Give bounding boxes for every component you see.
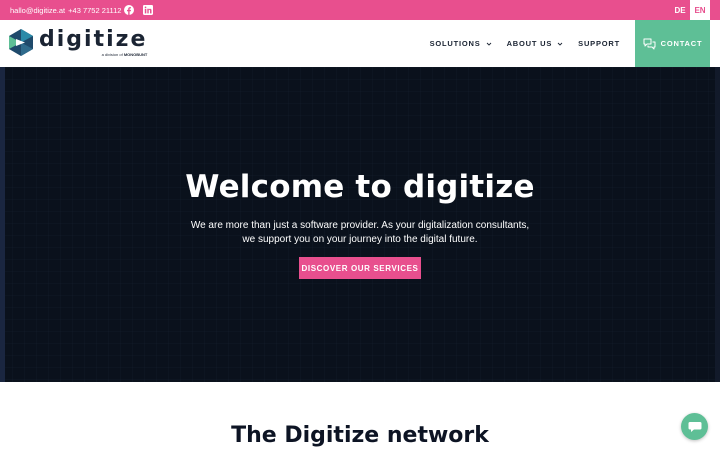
chat-widget-button[interactable]	[681, 413, 708, 440]
nav-about-us-label: ABOUT US	[506, 39, 553, 48]
network-section-title: The Digitize network	[231, 423, 489, 448]
top-bar: hallo@digitize.at +43 7752 21112 DE EN	[0, 0, 720, 20]
nav-support[interactable]: SUPPORT	[578, 39, 620, 48]
phone-link[interactable]: +43 7752 21112	[68, 6, 121, 15]
logo-wordmark: digitize	[39, 27, 148, 52]
nav-solutions-label: SOLUTIONS	[429, 39, 481, 48]
chat-icon	[688, 421, 701, 432]
nav-solutions[interactable]: SOLUTIONS	[430, 39, 492, 48]
chat-bubbles-icon	[643, 38, 656, 49]
hero-title: Welcome to digitize	[185, 169, 535, 205]
logo[interactable]: digitize a division of MONOBUNT	[9, 29, 147, 59]
hero-description: We are more than just a software provide…	[190, 220, 530, 245]
logo-tagline: a division of MONOBUNT	[102, 52, 148, 57]
discover-services-button[interactable]: DISCOVER OUR SERVICES	[299, 257, 421, 279]
chevron-down-icon	[557, 42, 563, 46]
hero-section: Welcome to digitize We are more than jus…	[0, 67, 720, 382]
contact-button-label: CONTACT	[660, 39, 703, 48]
hero-right-edge	[715, 67, 720, 382]
social-links	[124, 5, 153, 15]
linkedin-icon[interactable]	[143, 5, 153, 15]
site-header: digitize a division of MONOBUNT SOLUTION…	[0, 20, 720, 67]
contact-info: hallo@digitize.at +43 7752 21112	[10, 0, 121, 20]
logo-mark-icon	[9, 29, 33, 56]
email-link[interactable]: hallo@digitize.at	[10, 6, 65, 15]
nav-support-label: SUPPORT	[578, 39, 620, 48]
main-nav: SOLUTIONS ABOUT US SUPPORT	[430, 20, 620, 67]
facebook-icon[interactable]	[124, 5, 134, 15]
hero-left-edge	[0, 67, 5, 382]
lang-de[interactable]: DE	[670, 0, 690, 20]
tagline-brand: MONOBUNT	[123, 52, 148, 57]
contact-button[interactable]: CONTACT	[635, 20, 710, 67]
tagline-prefix: a division of	[101, 52, 123, 57]
language-switcher: DE EN	[670, 0, 710, 20]
chevron-down-icon	[486, 42, 491, 46]
lang-en[interactable]: EN	[690, 0, 710, 20]
nav-about-us[interactable]: ABOUT US	[507, 39, 564, 48]
